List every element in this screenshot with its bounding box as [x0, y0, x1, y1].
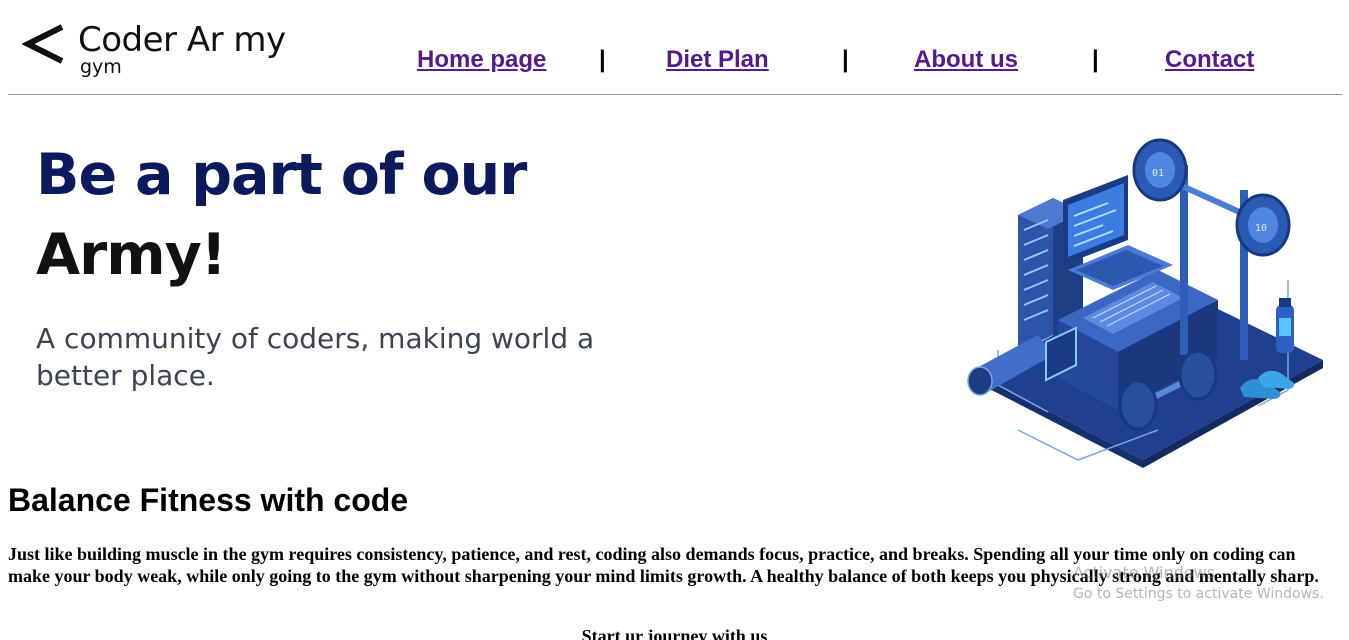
nav-link-diet-plan[interactable]: Diet Plan — [666, 46, 769, 74]
nav-link-about-us[interactable]: About us — [914, 46, 1018, 74]
page: Coder Ar my gym Home page | Diet Plan | … — [0, 0, 1349, 640]
hero-headline: Be a part of our — [36, 142, 527, 208]
watermark-title: Activate Windows — [1073, 563, 1216, 582]
logo-subtitle: gym — [80, 56, 122, 78]
section-title: Balance Fitness with code — [8, 482, 409, 518]
nav-link-home[interactable]: Home page — [417, 46, 546, 74]
svg-text:01: 01 — [1152, 168, 1164, 179]
chevron-left-icon — [22, 24, 64, 64]
nav-separator: | — [842, 46, 849, 73]
coder-gym-illustration: 01 10 — [967, 138, 1323, 468]
hero-headline-army: Army! — [36, 222, 227, 288]
activate-windows-watermark: Activate Windows Go to Settings to activ… — [1073, 563, 1324, 602]
logo[interactable]: Coder Ar my gym — [20, 20, 320, 82]
logo-title: Coder Ar my — [78, 20, 286, 60]
header-divider — [8, 94, 1342, 95]
hero-description: A community of coders, making world a be… — [36, 322, 595, 392]
watermark-subtitle: Go to Settings to activate Windows. — [1073, 586, 1324, 602]
nav-separator: | — [1092, 46, 1099, 73]
nav-link-contact[interactable]: Contact — [1165, 46, 1254, 74]
nav-separator: | — [599, 46, 606, 73]
journey-cta: Start ur journey with us — [581, 626, 768, 640]
svg-text:10: 10 — [1255, 223, 1267, 234]
